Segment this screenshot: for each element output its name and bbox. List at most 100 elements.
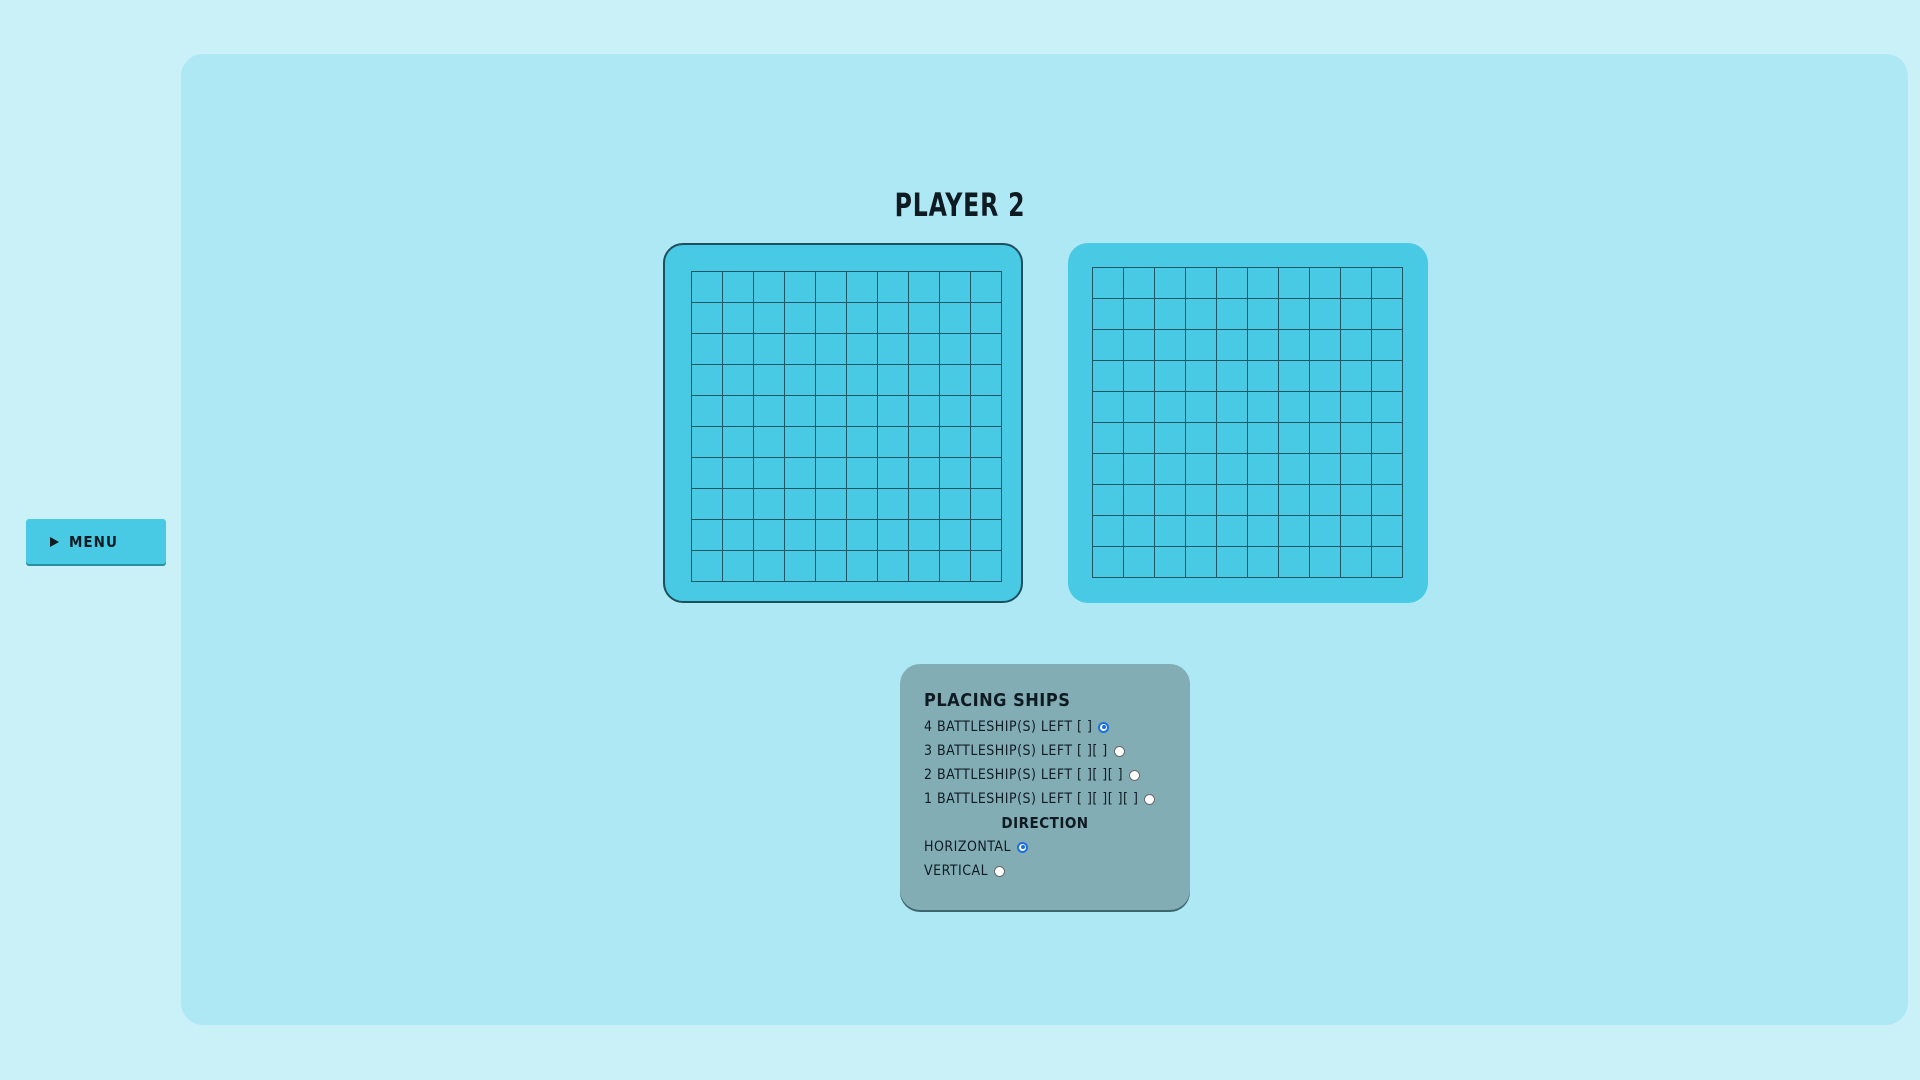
grid-cell[interactable] xyxy=(847,396,878,427)
grid-cell[interactable] xyxy=(785,303,816,334)
grid-cell[interactable] xyxy=(785,334,816,365)
grid-cell[interactable] xyxy=(1217,299,1248,330)
grid-cell[interactable] xyxy=(1248,485,1279,516)
grid-cell[interactable] xyxy=(1341,516,1372,547)
grid-cell[interactable] xyxy=(816,334,847,365)
grid-cell[interactable] xyxy=(1217,485,1248,516)
grid-cell[interactable] xyxy=(1279,423,1310,454)
grid-cell[interactable] xyxy=(940,520,971,551)
direction-vertical[interactable]: VERTICAL xyxy=(924,859,1190,883)
grid-cell[interactable] xyxy=(1372,392,1403,423)
grid-cell[interactable] xyxy=(878,520,909,551)
grid-cell[interactable] xyxy=(1248,454,1279,485)
grid-cell[interactable] xyxy=(692,303,723,334)
grid-cell[interactable] xyxy=(1248,547,1279,578)
grid-cell[interactable] xyxy=(1155,454,1186,485)
grid-cell[interactable] xyxy=(1155,485,1186,516)
grid-cell[interactable] xyxy=(1155,330,1186,361)
grid-cell[interactable] xyxy=(1155,361,1186,392)
grid-cell[interactable] xyxy=(878,272,909,303)
direction-horizontal[interactable]: HORIZONTAL xyxy=(924,835,1190,859)
grid-cell[interactable] xyxy=(785,520,816,551)
grid-cell[interactable] xyxy=(909,334,940,365)
grid-cell[interactable] xyxy=(754,458,785,489)
grid-cell[interactable] xyxy=(1093,516,1124,547)
grid-cell[interactable] xyxy=(754,303,785,334)
grid-cell[interactable] xyxy=(971,551,1002,582)
grid-cell[interactable] xyxy=(847,334,878,365)
grid-cell[interactable] xyxy=(785,365,816,396)
grid-cell[interactable] xyxy=(1279,392,1310,423)
grid-cell[interactable] xyxy=(1372,485,1403,516)
grid-cell[interactable] xyxy=(816,520,847,551)
grid-cell[interactable] xyxy=(816,551,847,582)
grid-cell[interactable] xyxy=(754,396,785,427)
grid-cell[interactable] xyxy=(1093,547,1124,578)
grid-cell[interactable] xyxy=(1155,299,1186,330)
grid-cell[interactable] xyxy=(1124,299,1155,330)
grid-cell[interactable] xyxy=(754,551,785,582)
grid-cell[interactable] xyxy=(1279,485,1310,516)
grid-cell[interactable] xyxy=(1279,516,1310,547)
grid-cell[interactable] xyxy=(692,365,723,396)
grid-cell[interactable] xyxy=(1310,392,1341,423)
grid-cell[interactable] xyxy=(1155,392,1186,423)
grid-cell[interactable] xyxy=(971,272,1002,303)
ship-option-4[interactable]: 4 BATTLESHIP(S) LEFT [ ] xyxy=(924,715,1190,739)
grid-cell[interactable] xyxy=(723,551,754,582)
grid-cell[interactable] xyxy=(754,365,785,396)
grid-cell[interactable] xyxy=(847,303,878,334)
grid-cell[interactable] xyxy=(847,489,878,520)
grid-cell[interactable] xyxy=(785,458,816,489)
grid-cell[interactable] xyxy=(785,489,816,520)
grid-cell[interactable] xyxy=(878,396,909,427)
grid-cell[interactable] xyxy=(940,303,971,334)
grid-cell[interactable] xyxy=(785,272,816,303)
grid-cell[interactable] xyxy=(971,303,1002,334)
grid-cell[interactable] xyxy=(1124,454,1155,485)
grid-cell[interactable] xyxy=(1279,454,1310,485)
grid-cell[interactable] xyxy=(878,365,909,396)
grid-cell[interactable] xyxy=(971,458,1002,489)
grid-cell[interactable] xyxy=(723,396,754,427)
grid-cell[interactable] xyxy=(1124,392,1155,423)
ship-radio[interactable] xyxy=(1129,769,1141,781)
grid-cell[interactable] xyxy=(1372,361,1403,392)
grid-cell[interactable] xyxy=(1341,299,1372,330)
grid-cell[interactable] xyxy=(971,365,1002,396)
grid-cell[interactable] xyxy=(1186,361,1217,392)
grid-cell[interactable] xyxy=(1093,392,1124,423)
grid-cell[interactable] xyxy=(940,458,971,489)
grid-cell[interactable] xyxy=(723,458,754,489)
menu-button[interactable]: MENU xyxy=(26,519,166,564)
grid-cell[interactable] xyxy=(1341,454,1372,485)
grid-cell[interactable] xyxy=(1186,299,1217,330)
grid-cell[interactable] xyxy=(1310,547,1341,578)
grid-cell[interactable] xyxy=(1341,392,1372,423)
grid-cell[interactable] xyxy=(1186,454,1217,485)
grid-cell[interactable] xyxy=(1124,330,1155,361)
grid-cell[interactable] xyxy=(1279,299,1310,330)
grid-cell[interactable] xyxy=(754,272,785,303)
grid-cell[interactable] xyxy=(909,365,940,396)
grid-cell[interactable] xyxy=(971,396,1002,427)
grid-cell[interactable] xyxy=(1279,361,1310,392)
grid-cell[interactable] xyxy=(692,272,723,303)
grid-cell[interactable] xyxy=(1186,268,1217,299)
grid-cell[interactable] xyxy=(909,272,940,303)
grid-cell[interactable] xyxy=(692,334,723,365)
grid-cell[interactable] xyxy=(878,489,909,520)
grid-cell[interactable] xyxy=(1341,268,1372,299)
grid-cell[interactable] xyxy=(1372,516,1403,547)
grid-cell[interactable] xyxy=(1155,516,1186,547)
grid-cell[interactable] xyxy=(1124,268,1155,299)
direction-radio[interactable] xyxy=(994,865,1006,877)
grid-cell[interactable] xyxy=(754,334,785,365)
grid-cell[interactable] xyxy=(1279,547,1310,578)
grid-cell[interactable] xyxy=(909,520,940,551)
grid-cell[interactable] xyxy=(847,520,878,551)
grid-cell[interactable] xyxy=(1341,330,1372,361)
grid-cell[interactable] xyxy=(1248,392,1279,423)
grid-cell[interactable] xyxy=(816,396,847,427)
grid-cell[interactable] xyxy=(847,458,878,489)
